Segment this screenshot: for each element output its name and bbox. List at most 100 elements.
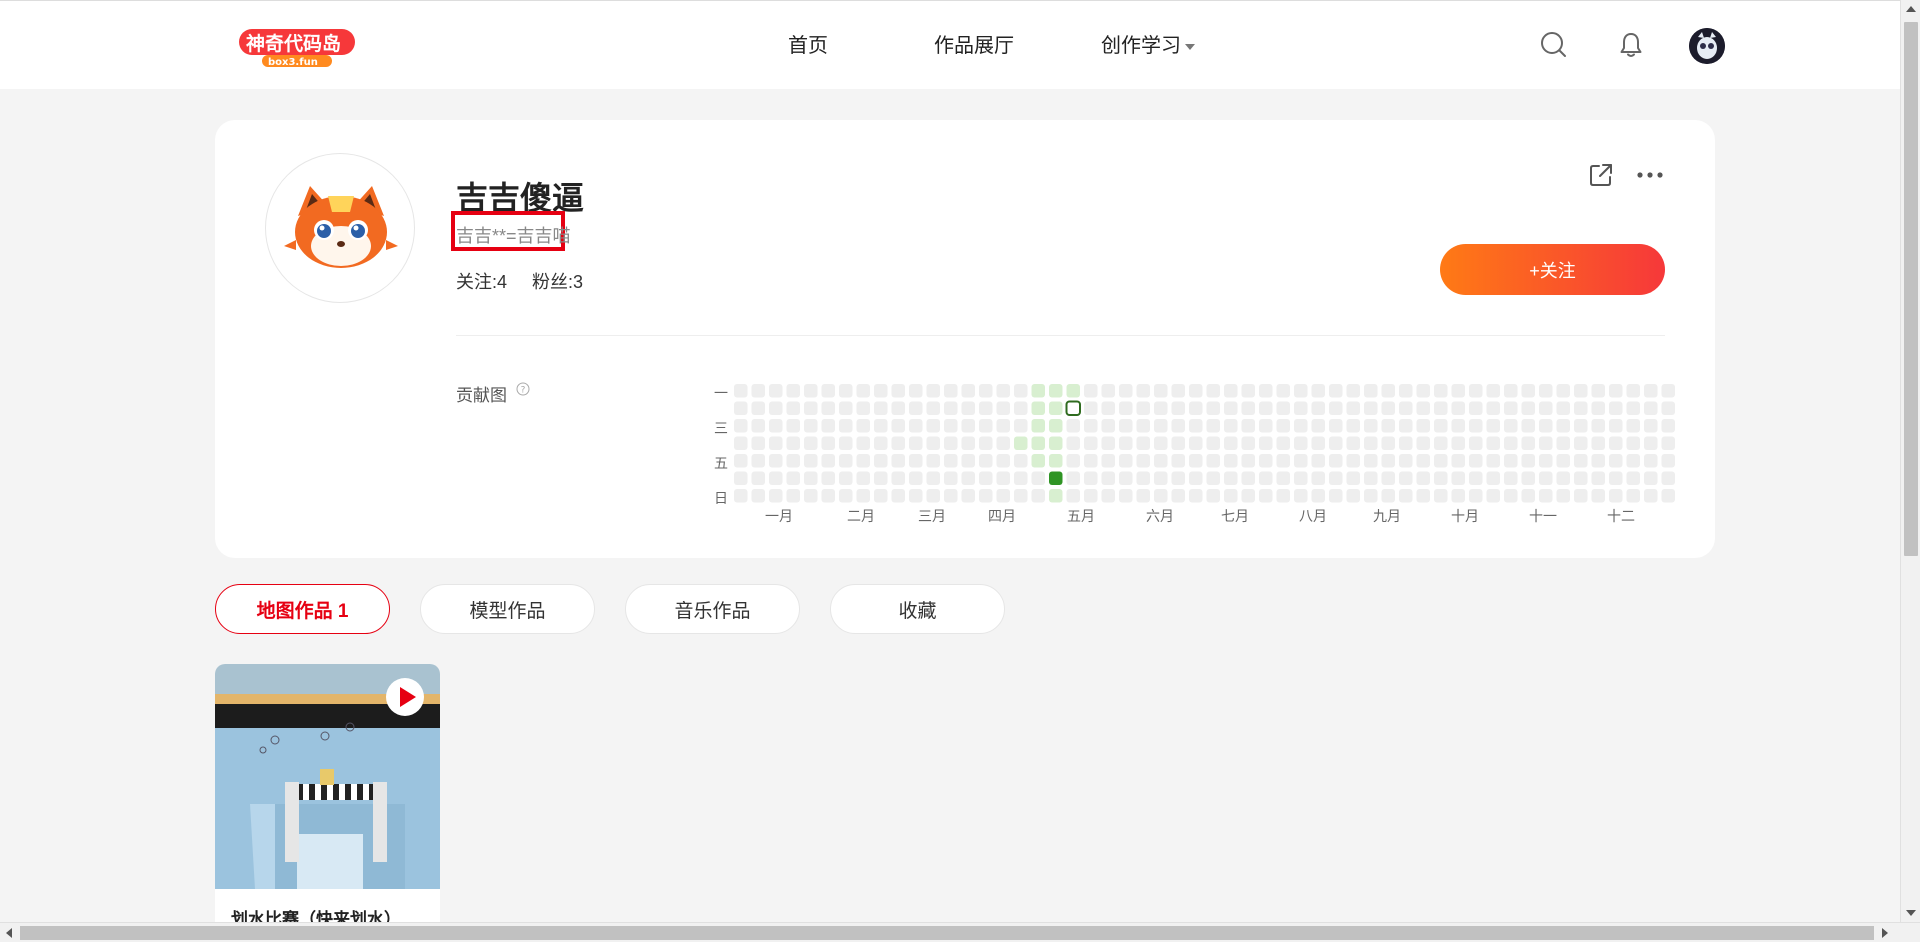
contribution-cell: [734, 384, 748, 398]
contribution-cell: [979, 489, 993, 503]
contribution-cell: [1136, 436, 1150, 450]
horizontal-scrollbar[interactable]: [0, 922, 1920, 942]
tab-model-works[interactable]: 模型作品: [420, 584, 595, 634]
month-label-feb: 二月: [847, 508, 875, 524]
contribution-cell: [979, 384, 993, 398]
contribution-cell: [1364, 489, 1378, 503]
scroll-up-icon[interactable]: [1906, 6, 1916, 12]
contribution-cell: [1241, 489, 1255, 503]
contribution-cell: [1241, 471, 1255, 485]
scroll-left-icon[interactable]: [6, 928, 12, 938]
contribution-cell: [1399, 454, 1413, 468]
contribution-cell: [1661, 471, 1675, 485]
bell-icon[interactable]: [1617, 31, 1645, 59]
contribution-cell: [1381, 454, 1395, 468]
contribution-cell: [1101, 419, 1115, 433]
nav-gallery[interactable]: 作品展厅: [934, 29, 1014, 58]
contribution-cell: [1364, 401, 1378, 415]
contribution-cell: [1119, 436, 1133, 450]
chevron-down-icon: [1185, 43, 1195, 50]
contribution-cell: [1364, 471, 1378, 485]
contribution-cell: [1609, 436, 1623, 450]
contribution-cell: [1294, 384, 1308, 398]
contribution-cell: [891, 489, 905, 503]
tab-map-works[interactable]: 地图作品 1: [215, 584, 390, 634]
contribution-cell: [1171, 401, 1185, 415]
contribution-cell: [1381, 401, 1395, 415]
contribution-cell: [961, 401, 975, 415]
contribution-cell: [1084, 419, 1098, 433]
site-logo[interactable]: 神奇代码岛 box3.fun: [238, 25, 360, 69]
contribution-cell: [1066, 454, 1080, 468]
contribution-cell: [1556, 454, 1570, 468]
contribution-cell: [1171, 454, 1185, 468]
work-card[interactable]: 划水比赛（快来划水）: [215, 664, 440, 922]
contribution-cell: [1276, 489, 1290, 503]
contribution-cell: [856, 489, 870, 503]
contribution-cell: [769, 471, 783, 485]
contribution-cell: [1084, 454, 1098, 468]
play-icon[interactable]: [385, 677, 425, 717]
contribution-cell: [1486, 384, 1500, 398]
contribution-cell: [1031, 401, 1045, 415]
contribution-cell: [1206, 401, 1220, 415]
contribution-cell: [769, 454, 783, 468]
contribution-cell: [1014, 436, 1028, 450]
user-avatar[interactable]: [1689, 28, 1725, 64]
contribution-cell: [1066, 489, 1080, 503]
contribution-cell: [1364, 436, 1378, 450]
contribution-cell: [1521, 454, 1535, 468]
contribution-cell: [839, 384, 853, 398]
contribution-cell: [1451, 401, 1465, 415]
contribution-cell: [751, 436, 765, 450]
contribution-cell: [944, 419, 958, 433]
contribution-cell: [1119, 419, 1133, 433]
scroll-right-icon[interactable]: [1882, 928, 1888, 938]
nav-learn-dropdown[interactable]: 创作学习: [1101, 29, 1195, 58]
contribution-cell: [1381, 419, 1395, 433]
nav-home[interactable]: 首页: [788, 29, 828, 58]
contribution-cell: [1259, 489, 1273, 503]
horizontal-scroll-thumb[interactable]: [20, 926, 1874, 940]
contribution-cell: [979, 419, 993, 433]
contribution-cell: [1171, 489, 1185, 503]
contribution-cell: [1084, 384, 1098, 398]
contribution-cell: [961, 489, 975, 503]
contribution-cell: [1154, 419, 1168, 433]
vertical-scroll-thumb[interactable]: [1904, 22, 1918, 556]
contribution-cell: [1486, 489, 1500, 503]
contribution-cell: [944, 401, 958, 415]
scroll-down-icon[interactable]: [1906, 910, 1916, 916]
contribution-cell: [1469, 454, 1483, 468]
contribution-cell: [839, 419, 853, 433]
contribution-cell: [1381, 471, 1395, 485]
contribution-cell: [1049, 436, 1063, 450]
contribution-cell: [1346, 489, 1360, 503]
contribution-cell: [1329, 436, 1343, 450]
contribution-cell: [786, 401, 800, 415]
contribution-cell: [1346, 419, 1360, 433]
contribution-cell: [1626, 489, 1640, 503]
contribution-cell: [1329, 401, 1343, 415]
contribution-cell: [1626, 384, 1640, 398]
tab-music-works[interactable]: 音乐作品: [625, 584, 800, 634]
contribution-cell: [1276, 436, 1290, 450]
tab-favorites[interactable]: 收藏: [830, 584, 1005, 634]
contribution-cell: [734, 489, 748, 503]
contribution-cell: [909, 489, 923, 503]
contribution-cell: [1084, 436, 1098, 450]
contribution-cell: [874, 384, 888, 398]
contribution-cell: [1224, 419, 1238, 433]
vertical-scrollbar[interactable]: [1900, 0, 1920, 922]
month-label-apr: 四月: [988, 508, 1016, 524]
search-icon[interactable]: [1540, 31, 1568, 59]
contribution-cell: [1049, 401, 1063, 415]
contribution-cell: [734, 454, 748, 468]
contribution-cell: [944, 489, 958, 503]
contribution-cell: [1486, 436, 1500, 450]
contribution-cell: [1101, 454, 1115, 468]
contribution-cell: [1189, 489, 1203, 503]
contribution-cell: [769, 436, 783, 450]
contribution-cell: [1224, 489, 1238, 503]
contribution-cell: [1416, 489, 1430, 503]
